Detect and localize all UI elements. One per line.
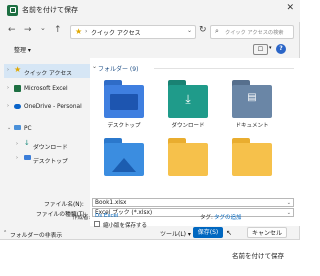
folder-label[interactable]: デスクトップ xyxy=(94,121,154,129)
monitor-icon xyxy=(14,125,21,130)
command-bar: 整理 ▾ ☐ ▾ ? xyxy=(0,42,300,58)
chevron-right-icon[interactable]: › xyxy=(7,85,9,91)
save-form: ファイル名(N): Book1.xlsx ⌄ ファイルの種類(T): Excel… xyxy=(0,198,300,226)
window-title: 名前を付けて保存 xyxy=(22,6,78,14)
nav-item-microsoft-excel[interactable]: › Microsoft Excel xyxy=(4,82,90,96)
up-arrow-icon[interactable]: ↑ xyxy=(54,25,62,35)
folder-downloads[interactable]: ⤓ xyxy=(168,80,208,118)
nav-item-downloads[interactable]: › ↓ ダウンロード xyxy=(4,138,90,152)
close-icon[interactable]: ✕ xyxy=(286,3,294,13)
folder-label[interactable]: ダウンロード xyxy=(158,121,218,129)
save-as-dialog: 名前を付けて保存 ✕ ← → ⌄ ↑ ★ › クイック アクセス ⌄ ↻ ⌕ ク… xyxy=(0,0,300,240)
desktop-icon xyxy=(24,155,31,160)
desktop-icon xyxy=(110,94,138,110)
address-bar[interactable]: ★ › クイック アクセス ⌄ xyxy=(70,25,196,39)
forward-arrow-icon[interactable]: → xyxy=(24,25,32,35)
folder-label[interactable]: ドキュメント xyxy=(222,121,282,129)
recent-locations-chevron-icon[interactable]: ⌄ xyxy=(40,24,46,32)
image-caption: 名前を付けて保存 xyxy=(232,252,284,260)
pictures-icon xyxy=(112,158,136,172)
navigation-toolbar: ← → ⌄ ↑ ★ › クイック アクセス ⌄ ↻ ⌕ クイック アクセスの検索 xyxy=(0,22,300,42)
filename-field[interactable]: Book1.xlsx ⌄ xyxy=(92,198,294,207)
tools-button[interactable]: ツール(L) ▾ xyxy=(160,229,191,238)
nav-item-pc[interactable]: ⌄ PC xyxy=(4,122,90,136)
nav-item-onedrive[interactable]: › OneDrive - Personal xyxy=(4,100,90,114)
folder-desktop[interactable] xyxy=(104,80,144,118)
tags-label: タグ: xyxy=(200,215,213,221)
download-icon: ↓ xyxy=(24,139,30,147)
tags-input[interactable]: タグの追加 xyxy=(214,213,242,221)
filename-value: Book1.xlsx xyxy=(95,200,127,206)
cancel-button[interactable]: キャンセル xyxy=(247,227,287,238)
nav-item-quick-access[interactable]: › ★ クイック アクセス xyxy=(4,64,90,78)
folder-generic[interactable] xyxy=(232,138,272,176)
download-icon: ⤓ xyxy=(185,92,191,106)
folder-body xyxy=(232,143,272,176)
search-placeholder: クイック アクセスの検索 xyxy=(225,30,284,36)
chevron-down-icon[interactable]: ⌄ xyxy=(92,63,97,70)
hide-folders-button[interactable]: フォルダーの非表示 xyxy=(10,230,62,239)
nav-label: ダウンロード xyxy=(33,145,68,151)
cloud-icon xyxy=(14,104,21,109)
folder-pictures[interactable] xyxy=(104,138,144,176)
organize-button[interactable]: 整理 ▾ xyxy=(14,45,31,54)
chevron-down-icon[interactable]: ⌄ xyxy=(187,27,192,34)
chevron-down-icon[interactable]: ⌄ xyxy=(287,199,291,206)
title-bar: 名前を付けて保存 ✕ xyxy=(0,0,300,22)
chevron-up-icon[interactable]: ⌃ xyxy=(3,230,7,236)
excel-app-icon xyxy=(7,5,18,16)
author-label: 作成者: xyxy=(72,215,91,221)
chevron-right-icon[interactable]: › xyxy=(7,67,9,73)
chevron-right-icon[interactable]: › xyxy=(7,103,9,109)
nav-label: Microsoft Excel xyxy=(24,86,68,92)
chevron-right-icon[interactable]: › xyxy=(16,155,18,161)
cursor-pointer-icon: ↖ xyxy=(226,229,232,237)
chevron-down-icon[interactable]: ⌄ xyxy=(287,209,291,216)
folder-body xyxy=(168,143,208,176)
help-icon[interactable]: ? xyxy=(276,44,286,54)
folder-generic[interactable] xyxy=(168,138,208,176)
view-options-icon[interactable]: ☐ xyxy=(253,44,268,55)
breadcrumb-separator: › xyxy=(85,28,88,35)
nav-label: デスクトップ xyxy=(33,159,68,165)
folder-documents[interactable]: ▤ xyxy=(232,80,272,118)
divider xyxy=(154,68,294,69)
save-button[interactable]: 保存(S) xyxy=(193,227,223,238)
chevron-right-icon[interactable]: › xyxy=(16,141,18,147)
author-value[interactable]: Ds Excel xyxy=(95,213,118,219)
star-icon: ★ xyxy=(14,65,22,74)
nav-label: クイック アクセス xyxy=(24,71,72,77)
nav-label: OneDrive - Personal xyxy=(24,104,82,110)
footer-bar: ⌃ フォルダーの非表示 ツール(L) ▾ 保存(S) ↖ キャンセル xyxy=(0,226,300,240)
chevron-down-icon[interactable]: ▾ xyxy=(269,45,272,51)
filename-label: ファイル名(N): xyxy=(44,202,84,208)
star-icon: ★ xyxy=(75,27,83,36)
group-header[interactable]: フォルダー (9) xyxy=(98,64,138,73)
filetype-select[interactable]: Excel ブック (*.xlsx) ⌄ xyxy=(92,208,294,217)
back-arrow-icon[interactable]: ← xyxy=(8,25,16,35)
nav-label: PC xyxy=(24,126,32,132)
breadcrumb[interactable]: クイック アクセス xyxy=(91,28,141,37)
chevron-down-icon[interactable]: ⌄ xyxy=(7,125,11,131)
excel-icon xyxy=(14,85,21,92)
nav-item-desktop[interactable]: › デスクトップ xyxy=(4,152,90,166)
search-icon: ⌕ xyxy=(215,27,219,35)
document-icon: ▤ xyxy=(247,92,257,103)
refresh-icon[interactable]: ↻ xyxy=(199,25,207,35)
search-input[interactable]: ⌕ クイック アクセスの検索 xyxy=(210,25,294,39)
